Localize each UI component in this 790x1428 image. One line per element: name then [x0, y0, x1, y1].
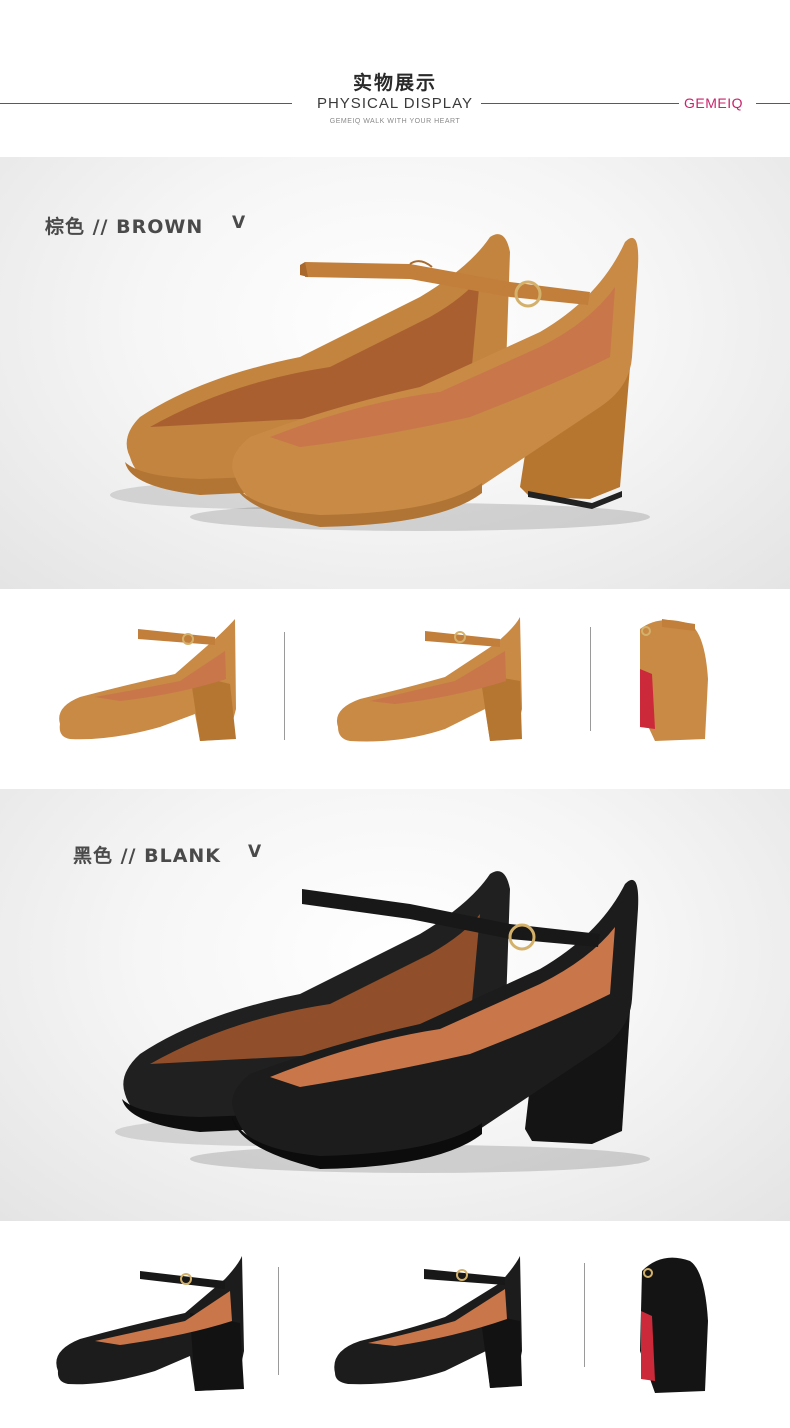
thumbnail-row-black	[0, 1221, 790, 1428]
thumbnail-row-brown	[0, 589, 790, 789]
section-header: 实物展示 PHYSICAL DISPLAY GEMEIQ GEMEIQ WALK…	[0, 0, 790, 157]
thumbnail-divider	[284, 632, 285, 740]
brown-thumbnails-illustration	[59, 617, 708, 742]
color-label-brown: 棕色 // BROWN	[45, 216, 204, 238]
thumbnail-divider	[278, 1267, 279, 1375]
divider-line-right	[481, 103, 679, 104]
brand-logo: GEMEIQ	[684, 95, 744, 111]
chevron-down-icon: V	[248, 842, 262, 862]
hero-image-black: 黑色 // BLANK V	[0, 789, 790, 1221]
hero-image-brown: 棕色 // BROWN V	[0, 157, 790, 589]
color-label-black: 黑色 // BLANK	[73, 845, 222, 867]
black-thumbnails-illustration	[56, 1256, 708, 1393]
section-title-cn: 实物展示	[352, 72, 437, 94]
chevron-down-icon: V	[232, 213, 246, 233]
product-detail-page: 实物展示 PHYSICAL DISPLAY GEMEIQ GEMEIQ WALK…	[0, 0, 790, 1428]
section-subtitle: GEMEIQ WALK WITH YOUR HEART	[329, 118, 461, 125]
thumbnail-divider	[590, 627, 591, 731]
divider-line-tail	[756, 103, 790, 104]
thumbnail-divider	[584, 1263, 585, 1367]
